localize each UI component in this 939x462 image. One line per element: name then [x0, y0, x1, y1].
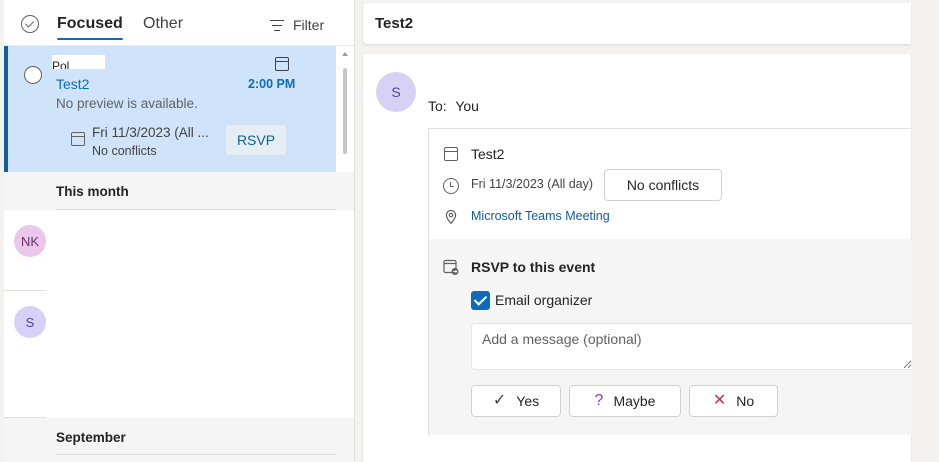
list-item[interactable]: NK	[4, 210, 46, 291]
tab-other[interactable]: Other	[143, 15, 183, 33]
tentative-button[interactable]: ? Maybe	[569, 385, 681, 417]
list-item[interactable]: S	[4, 291, 46, 418]
event-date: Fri 11/3/2023 (All day)	[471, 177, 594, 191]
sender-avatar[interactable]: S	[376, 72, 416, 112]
calendar-icon	[71, 132, 85, 146]
accept-button[interactable]: ✓ Yes	[471, 385, 561, 417]
rsvp-section: RSVP to this event Email organizer ✓ Yes…	[429, 239, 912, 435]
message-list-blank-area	[46, 216, 354, 418]
email-organizer-label[interactable]: Email organizer	[495, 292, 592, 308]
filter-icon	[270, 19, 284, 31]
avatar: NK	[14, 225, 46, 257]
event-location-link[interactable]: Microsoft Teams Meeting	[471, 209, 610, 223]
email-organizer-checkbox[interactable]	[471, 291, 490, 310]
close-icon: ✕	[712, 392, 727, 409]
recipient-line: To: You	[428, 98, 479, 114]
decline-button[interactable]: ✕ No	[689, 385, 778, 417]
tentative-label: Maybe	[613, 393, 656, 409]
no-conflicts-button[interactable]: No conflicts	[604, 169, 722, 201]
filter-label: Filter	[293, 17, 325, 33]
message-event-date: Fri 11/3/2023 (All ...	[92, 125, 209, 140]
divider	[56, 209, 336, 210]
message-event-conflict: No conflicts	[92, 144, 157, 158]
group-header-this-month[interactable]: This month	[4, 172, 354, 210]
message-sender: Pol	[52, 55, 105, 69]
message-list-pane: Focused Other Filter Pol Test2 No previe…	[4, 0, 355, 462]
message-list-header: Focused Other Filter	[4, 0, 354, 46]
decline-label: No	[736, 393, 755, 409]
message-select-radio[interactable]	[24, 66, 42, 84]
filter-button[interactable]: Filter	[270, 15, 324, 35]
message-preview: No preview is available.	[56, 96, 198, 111]
location-pin-icon	[445, 209, 457, 225]
scroll-up-arrow-icon[interactable]	[342, 52, 348, 56]
event-card: Test2 Fri 11/3/2023 (All day) No conflic…	[428, 128, 912, 435]
accept-label: Yes	[516, 393, 540, 409]
to-value[interactable]: You	[455, 98, 479, 114]
rsvp-button[interactable]: RSVP	[225, 124, 287, 156]
event-title: Test2	[471, 146, 505, 162]
group-header-label: This month	[56, 184, 129, 199]
rsvp-title: RSVP to this event	[471, 259, 596, 275]
select-all-check-icon[interactable]	[21, 15, 39, 33]
message-time: 2:00 PM	[248, 77, 296, 91]
message-item-selected[interactable]: Pol Test2 No preview is available. 2:00 …	[4, 46, 336, 172]
message-subject: Test2	[56, 76, 90, 92]
calendar-icon	[275, 57, 289, 71]
checkmark-icon: ✓	[492, 392, 507, 409]
question-mark-icon: ?	[594, 392, 604, 409]
reading-pane-subject-bar: Test2	[363, 3, 911, 44]
clock-icon	[443, 178, 459, 194]
reading-pane-message: S To: You Test2 Fri 11/3/2023 (All day) …	[363, 54, 912, 462]
calendar-reply-icon	[443, 259, 459, 275]
calendar-icon	[444, 147, 458, 161]
divider	[56, 454, 336, 455]
scroll-thumb[interactable]	[343, 68, 347, 154]
rsvp-message-input[interactable]	[471, 323, 912, 370]
group-header-label: September	[56, 430, 126, 445]
page-title: Test2	[375, 15, 414, 32]
avatar: S	[14, 306, 46, 338]
to-label: To:	[428, 98, 447, 114]
tab-focused[interactable]: Focused	[57, 15, 123, 40]
group-header-september[interactable]: September	[4, 418, 354, 462]
